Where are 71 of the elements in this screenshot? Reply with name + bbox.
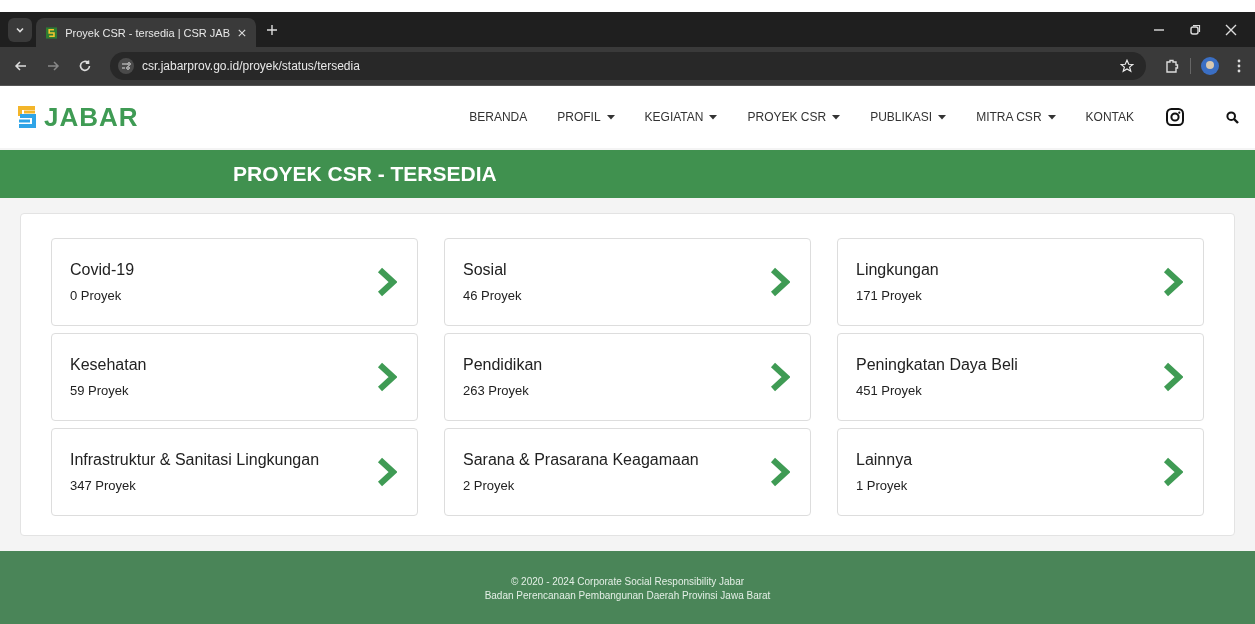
- project-count: 59 Proyek: [70, 383, 130, 398]
- project-count: 2 Proyek: [463, 478, 516, 493]
- project-count: 451 Proyek: [856, 383, 923, 398]
- nav-link[interactable]: KEGIATAN: [644, 110, 718, 124]
- nav-link[interactable]: PUBLIKASI: [870, 110, 947, 124]
- category-name: Sosial: [463, 261, 508, 279]
- category-card[interactable]: Pendidikan 263 Proyek: [444, 333, 811, 421]
- category-card[interactable]: Sarana & Prasarana Keagamaan 2 Proyek: [444, 428, 811, 516]
- category-name: Peningkatan Daya Beli: [856, 356, 1019, 374]
- category-name: Kesehatan: [70, 356, 148, 374]
- chevron-right-icon: [377, 267, 397, 297]
- nav-link[interactable]: PROYEK CSR: [747, 110, 841, 124]
- caret-icon: [606, 114, 615, 120]
- agency-text: Badan Perencanaan Pembangunan Daerah Provinsi Jawa Barat: [484, 589, 771, 601]
- close-icon[interactable]: [238, 27, 246, 38]
- project-count: 347 Proyek: [70, 478, 137, 493]
- category-name: Covid-19: [70, 261, 136, 279]
- chevron-right-icon: [1163, 457, 1183, 487]
- chevron-right-icon: [770, 362, 790, 392]
- page-title: PROYEK CSR - TERSEDIA: [233, 162, 497, 186]
- project-count: 0 Proyek: [70, 288, 123, 303]
- chevron-right-icon: [1163, 362, 1183, 392]
- tab-list-button[interactable]: [8, 17, 32, 42]
- caret-icon: [938, 114, 947, 120]
- project-count: 263 Proyek: [463, 383, 530, 398]
- category-card[interactable]: Lingkungan 171 Proyek: [837, 238, 1204, 326]
- category-card[interactable]: Lainnya 1 Proyek: [837, 428, 1204, 516]
- category-card[interactable]: Sosial 46 Proyek: [444, 238, 811, 326]
- category-name: Pendidikan: [463, 356, 544, 374]
- address-field[interactable]: csr.jabarprov.go.id/proyek/status/tersedia: [110, 52, 1146, 80]
- instagram-icon[interactable]: [1166, 108, 1184, 126]
- chevron-right-icon: [770, 457, 790, 487]
- project-count: 171 Proyek: [856, 288, 923, 303]
- project-count: 46 Proyek: [463, 288, 523, 303]
- nav-link[interactable]: BERANDA: [469, 110, 528, 124]
- reload-icon[interactable]: [78, 59, 92, 73]
- search-icon[interactable]: [1226, 110, 1239, 124]
- favicon-icon: [46, 25, 58, 40]
- nav-link[interactable]: KONTAK: [1085, 110, 1134, 124]
- category-card[interactable]: Kesehatan 59 Proyek: [51, 333, 418, 421]
- project-count: 1 Proyek: [856, 478, 909, 493]
- category-name: Lingkungan: [856, 261, 940, 279]
- caret-icon: [1047, 114, 1056, 120]
- chevron-right-icon: [377, 362, 397, 392]
- logo-mark-icon: [16, 105, 38, 129]
- nav-link[interactable]: MITRA CSR: [976, 110, 1056, 124]
- forward-icon[interactable]: [46, 59, 60, 73]
- site-settings-icon[interactable]: [118, 58, 134, 74]
- tab-title: Proyek CSR - tersedia | CSR JAB: [65, 26, 231, 39]
- category-name: Lainnya: [856, 451, 914, 469]
- category-name: Infrastruktur & Sanitasi Lingkungan: [70, 451, 321, 469]
- new-tab-icon[interactable]: [266, 23, 278, 36]
- category-name: Sarana & Prasarana Keagamaan: [463, 451, 700, 469]
- category-card[interactable]: Covid-19 0 Proyek: [51, 238, 418, 326]
- profile-avatar-icon[interactable]: [1201, 57, 1219, 75]
- chevron-right-icon: [770, 267, 790, 297]
- caret-icon: [709, 114, 718, 120]
- chevron-right-icon: [1163, 267, 1183, 297]
- nav-link[interactable]: PROFIL: [557, 110, 615, 124]
- caret-icon: [832, 114, 841, 120]
- copyright-text: © 2020 - 2024 Corporate Social Responsibility Jabar: [510, 575, 745, 587]
- chevron-right-icon: [377, 457, 397, 487]
- category-card[interactable]: Peningkatan Daya Beli 451 Proyek: [837, 333, 1204, 421]
- back-icon[interactable]: [14, 59, 28, 73]
- category-card[interactable]: Infrastruktur & Sanitasi Lingkungan 347 Proyek: [51, 428, 418, 516]
- extensions-icon[interactable]: [1164, 58, 1180, 74]
- browser-tab[interactable]: Proyek CSR - tersedia | CSR JAB: [36, 18, 256, 47]
- restore-icon[interactable]: [1189, 23, 1201, 36]
- close-icon[interactable]: [1225, 23, 1237, 36]
- star-icon[interactable]: [1120, 59, 1134, 73]
- menu-icon[interactable]: [1237, 59, 1241, 73]
